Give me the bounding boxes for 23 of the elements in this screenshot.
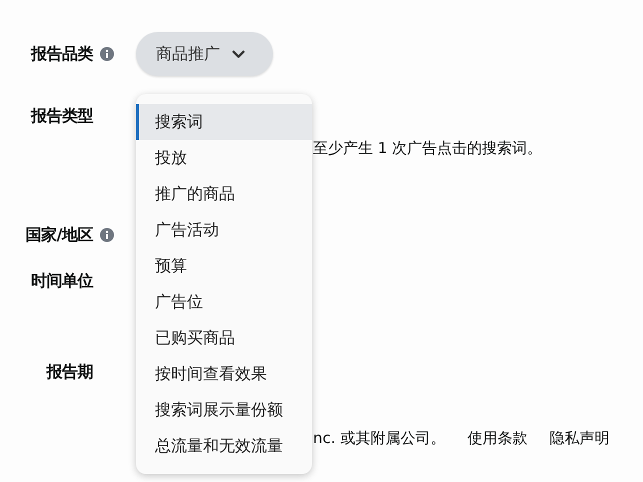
menu-item[interactable]: 按时间查看效果	[136, 356, 312, 392]
footer-link[interactable]: 隐私声明	[549, 428, 610, 448]
menu-item[interactable]: 搜索词	[136, 104, 312, 140]
menu-item[interactable]: 广告活动	[136, 212, 312, 248]
menu-item[interactable]: 预算	[136, 248, 312, 284]
menu-item[interactable]: 搜索词展示量份额	[136, 392, 312, 428]
menu-item[interactable]: 已购买商品	[136, 320, 312, 356]
field-label: 国家/地区	[26, 225, 93, 245]
chevron-icon	[232, 50, 245, 58]
dropdown-button[interactable]: 商品推广	[136, 32, 273, 76]
copyright-text: nc. 或其附属公司。	[313, 428, 446, 448]
field-label: 报告品类	[31, 44, 93, 64]
info-icon[interactable]	[100, 228, 114, 242]
menu-item[interactable]: 广告位	[136, 284, 312, 320]
footer-link[interactable]: 使用条款	[467, 428, 528, 448]
field-label: 报告期	[46, 362, 93, 382]
menu-item[interactable]: 投放	[136, 140, 312, 176]
field-label: 报告类型	[31, 106, 93, 126]
menu-item[interactable]: 推广的商品	[136, 176, 312, 212]
field-label: 时间单位	[31, 271, 93, 291]
description-text: 至少产生 1 次广告点击的搜索词。	[313, 138, 542, 158]
menu-item[interactable]: 总流量和无效流量	[136, 428, 312, 464]
info-icon[interactable]	[100, 47, 114, 61]
